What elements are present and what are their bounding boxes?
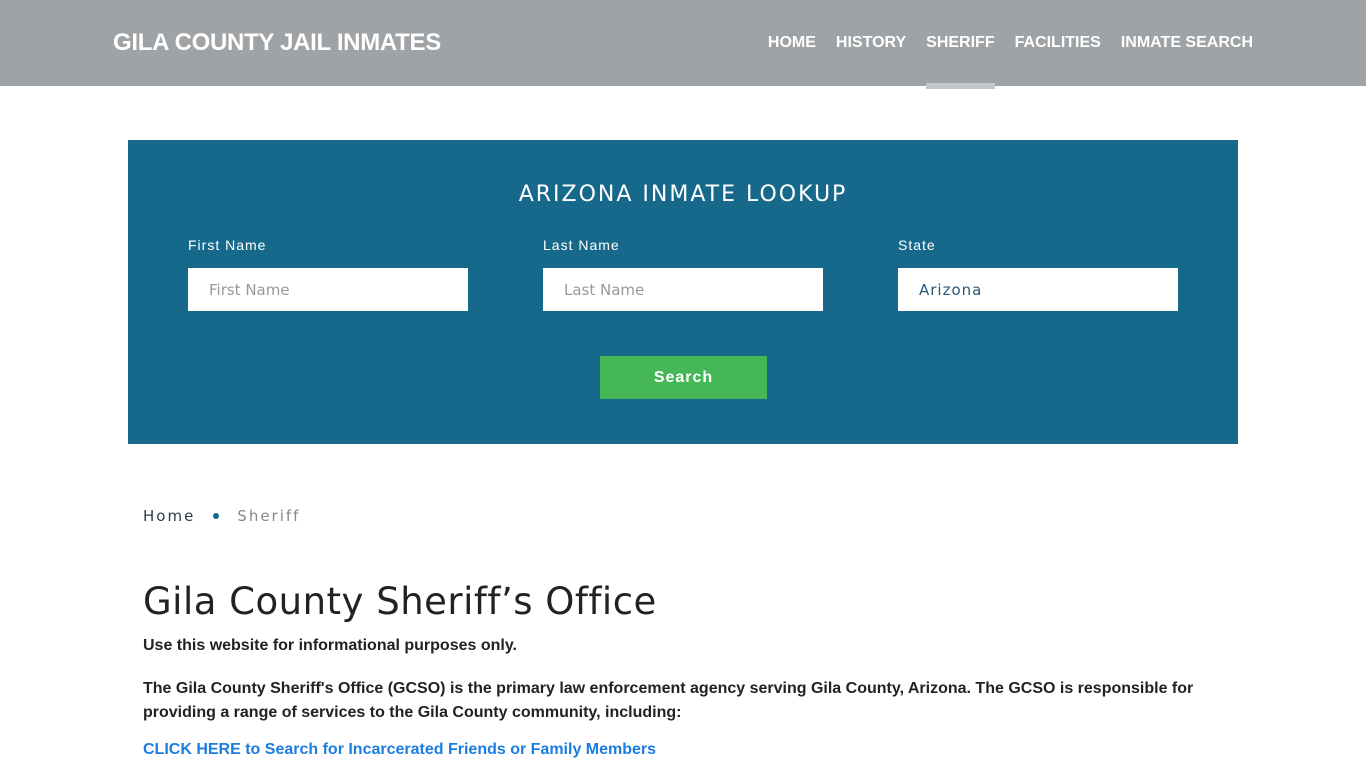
- last-name-input[interactable]: [543, 268, 823, 311]
- disclaimer-text: Use this website for informational purpo…: [143, 637, 517, 654]
- nav-history[interactable]: HISTORY: [836, 0, 906, 86]
- inmate-lookup-panel: ARIZONA INMATE LOOKUP First Name Last Na…: [128, 140, 1238, 444]
- site-logo-text[interactable]: GILA COUNTY JAIL INMATES: [113, 29, 441, 57]
- first-name-input[interactable]: [188, 268, 468, 311]
- main-nav: HOME HISTORY SHERIFF FACILITIES INMATE S…: [748, 0, 1253, 89]
- page-title: Gila County Sheriff’s Office: [143, 580, 657, 623]
- first-name-label: First Name: [188, 237, 267, 253]
- state-label: State: [898, 237, 936, 253]
- breadcrumb-home[interactable]: Home: [143, 507, 195, 525]
- lookup-title: ARIZONA INMATE LOOKUP: [518, 182, 848, 207]
- breadcrumb: Home Sheriff: [143, 507, 300, 525]
- state-group: State: [898, 237, 1178, 311]
- last-name-label: Last Name: [543, 237, 620, 253]
- nav-facilities[interactable]: FACILITIES: [1015, 0, 1101, 86]
- intro-paragraph: The Gila County Sheriff's Office (GCSO) …: [143, 680, 1194, 721]
- state-input[interactable]: [898, 268, 1178, 311]
- search-button[interactable]: Search: [600, 356, 767, 399]
- nav-sheriff[interactable]: SHERIFF: [926, 0, 996, 89]
- first-name-group: First Name: [188, 237, 468, 311]
- last-name-group: Last Name: [543, 237, 823, 311]
- breadcrumb-separator-icon: [213, 513, 220, 519]
- nav-home[interactable]: HOME: [768, 0, 816, 86]
- search-inmates-link[interactable]: CLICK HERE to Search for Incarcerated Fr…: [143, 741, 656, 759]
- top-navbar: GILA COUNTY JAIL INMATES HOME HISTORY SH…: [0, 0, 1366, 89]
- nav-inmate-search[interactable]: INMATE SEARCH: [1121, 0, 1253, 86]
- breadcrumb-current: Sheriff: [237, 507, 301, 525]
